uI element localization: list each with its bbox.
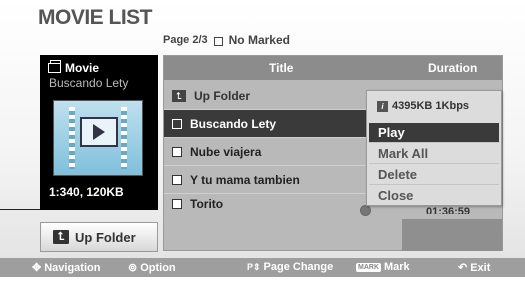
leader-line bbox=[0, 209, 40, 210]
file-info-header: i 4395KB 1Kbps bbox=[367, 91, 501, 121]
footer-page-change-label: Page Change bbox=[263, 261, 334, 273]
up-folder-button[interactable]: ⮤ Up Folder bbox=[40, 222, 158, 252]
mark-key-icon: MARK bbox=[356, 262, 381, 272]
up-folder-icon: ⮤ bbox=[53, 230, 69, 244]
list-item-label: Torito bbox=[190, 197, 224, 211]
info-icon: i bbox=[377, 100, 388, 112]
film-strip-left bbox=[69, 107, 75, 169]
checkbox[interactable] bbox=[172, 146, 182, 157]
preview-filename: Buscando Lety bbox=[49, 76, 129, 90]
footer-navigation: ✥ Navigation bbox=[32, 261, 101, 275]
footer-mark: MARK Mark bbox=[356, 261, 410, 273]
footer-bar: ✥ Navigation ⊚ Option P⇕ Page Change MAR… bbox=[0, 258, 525, 277]
preview-panel: Movie Buscando Lety 1:340, 120KB bbox=[40, 55, 158, 210]
page-indicator: Page 2/3 bbox=[163, 34, 208, 46]
footer-exit-label: Exit bbox=[470, 261, 491, 274]
checkbox[interactable] bbox=[172, 199, 182, 209]
menu-item-close[interactable]: Close bbox=[369, 186, 499, 206]
option-menu: i 4395KB 1Kbps Play Mark All Delete Clos… bbox=[366, 90, 502, 206]
preview-category: Movie bbox=[48, 60, 100, 75]
footer-mark-label: Mark bbox=[384, 261, 410, 273]
footer-option: ⊚ Option bbox=[128, 261, 176, 275]
up-folder-icon: ⮤ bbox=[172, 89, 186, 102]
up-folder-button-label: Up Folder bbox=[75, 229, 136, 245]
mark-checkbox-icon bbox=[213, 36, 223, 46]
play-icon bbox=[80, 117, 118, 147]
ok-button-icon: ⊚ bbox=[128, 262, 138, 274]
exit-icon: ↶ bbox=[458, 262, 468, 274]
file-info-label: 4395KB 1Kbps bbox=[392, 100, 470, 112]
column-duration: Duration bbox=[428, 61, 478, 75]
film-strip-right bbox=[121, 107, 127, 169]
movie-icon bbox=[48, 60, 61, 73]
video-thumbnail bbox=[53, 100, 143, 176]
list-item-label: Up Folder bbox=[194, 88, 250, 103]
footer-exit: ↶ Exit bbox=[458, 261, 491, 275]
list-header: Title Duration bbox=[164, 56, 502, 80]
footer-option-label: Option bbox=[140, 261, 176, 274]
scroll-area[interactable] bbox=[402, 219, 502, 251]
bottom-margin bbox=[0, 277, 525, 294]
page-title: MOVIE LIST bbox=[38, 6, 153, 29]
dpad-icon: ✥ bbox=[32, 262, 42, 274]
checkbox[interactable] bbox=[172, 118, 182, 129]
preview-category-label: Movie bbox=[65, 61, 100, 75]
duration-value: 01:36:59 bbox=[426, 206, 471, 214]
footer-page-change: P⇕ Page Change bbox=[247, 261, 333, 273]
menu-item-delete[interactable]: Delete bbox=[369, 165, 499, 185]
marked-status: No Marked bbox=[228, 33, 290, 47]
preview-info: 1:340, 120KB bbox=[49, 185, 124, 199]
checkbox[interactable] bbox=[172, 174, 182, 185]
list-item-label: Y tu mama tambien bbox=[190, 172, 300, 187]
menu-item-play[interactable]: Play bbox=[369, 123, 499, 143]
scroll-indicator[interactable] bbox=[360, 205, 371, 216]
list-item-label: Nube viajera bbox=[190, 144, 262, 159]
page-info: Page 2/3 No Marked bbox=[163, 33, 290, 47]
column-title: Title bbox=[269, 61, 294, 75]
page-rocker-icon: P⇕ bbox=[247, 261, 261, 272]
footer-navigation-label: Navigation bbox=[44, 261, 101, 274]
list-item-label: Buscando Lety bbox=[190, 116, 277, 131]
menu-item-mark-all[interactable]: Mark All bbox=[369, 144, 499, 164]
